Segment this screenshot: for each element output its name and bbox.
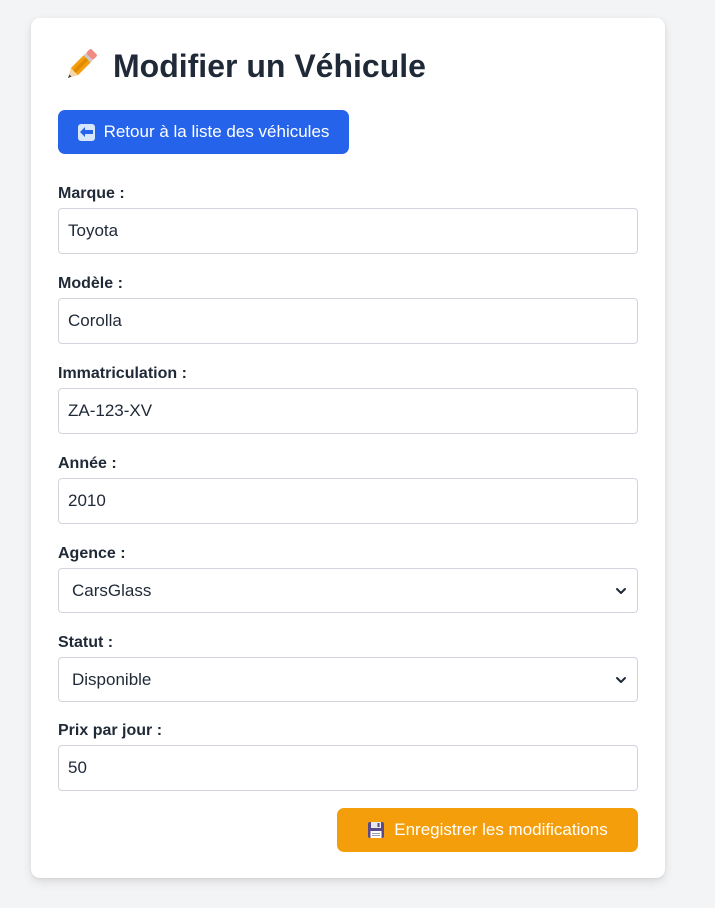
chevron-down-icon bbox=[616, 587, 626, 594]
prix-input[interactable] bbox=[58, 745, 638, 791]
immatriculation-label: Immatriculation : bbox=[58, 365, 187, 382]
statut-field: Statut : Disponible bbox=[58, 633, 638, 702]
modele-input[interactable] bbox=[58, 298, 638, 344]
statut-select[interactable]: Disponible bbox=[58, 657, 638, 702]
agence-field: Agence : CarsGlass bbox=[58, 544, 638, 613]
modele-field: Modèle : bbox=[58, 274, 638, 344]
marque-input[interactable] bbox=[58, 208, 638, 254]
edit-vehicle-card: Modifier un Véhicule Retour à la liste d… bbox=[31, 18, 665, 878]
annee-label: Année : bbox=[58, 455, 117, 472]
save-button[interactable]: Enregistrer les modifications bbox=[337, 808, 638, 852]
annee-field: Année : bbox=[58, 454, 638, 524]
annee-input[interactable] bbox=[58, 478, 638, 524]
page-title: Modifier un Véhicule bbox=[113, 48, 426, 84]
agence-selected-value: CarsGlass bbox=[72, 580, 152, 600]
modele-label: Modèle : bbox=[58, 275, 123, 292]
statut-label: Statut : bbox=[58, 634, 114, 651]
back-to-list-button[interactable]: Retour à la liste des véhicules bbox=[58, 110, 349, 154]
back-button-label: Retour à la liste des véhicules bbox=[103, 122, 330, 141]
save-button-label: Enregistrer les modifications bbox=[394, 820, 608, 839]
agence-select[interactable]: CarsGlass bbox=[58, 568, 638, 613]
page-header: Modifier un Véhicule bbox=[61, 46, 426, 86]
prix-field: Prix par jour : bbox=[58, 721, 638, 791]
immatriculation-field: Immatriculation : bbox=[58, 364, 638, 434]
statut-selected-value: Disponible bbox=[72, 669, 152, 689]
agence-label: Agence : bbox=[58, 545, 126, 562]
prix-label: Prix par jour : bbox=[58, 722, 163, 739]
left-arrow-icon bbox=[77, 123, 95, 141]
floppy-disk-icon bbox=[368, 822, 385, 838]
chevron-down-icon bbox=[616, 676, 626, 683]
marque-field: Marque : bbox=[58, 184, 638, 254]
marque-label: Marque : bbox=[58, 185, 125, 202]
immatriculation-input[interactable] bbox=[58, 388, 638, 434]
pencil-icon bbox=[67, 49, 97, 79]
